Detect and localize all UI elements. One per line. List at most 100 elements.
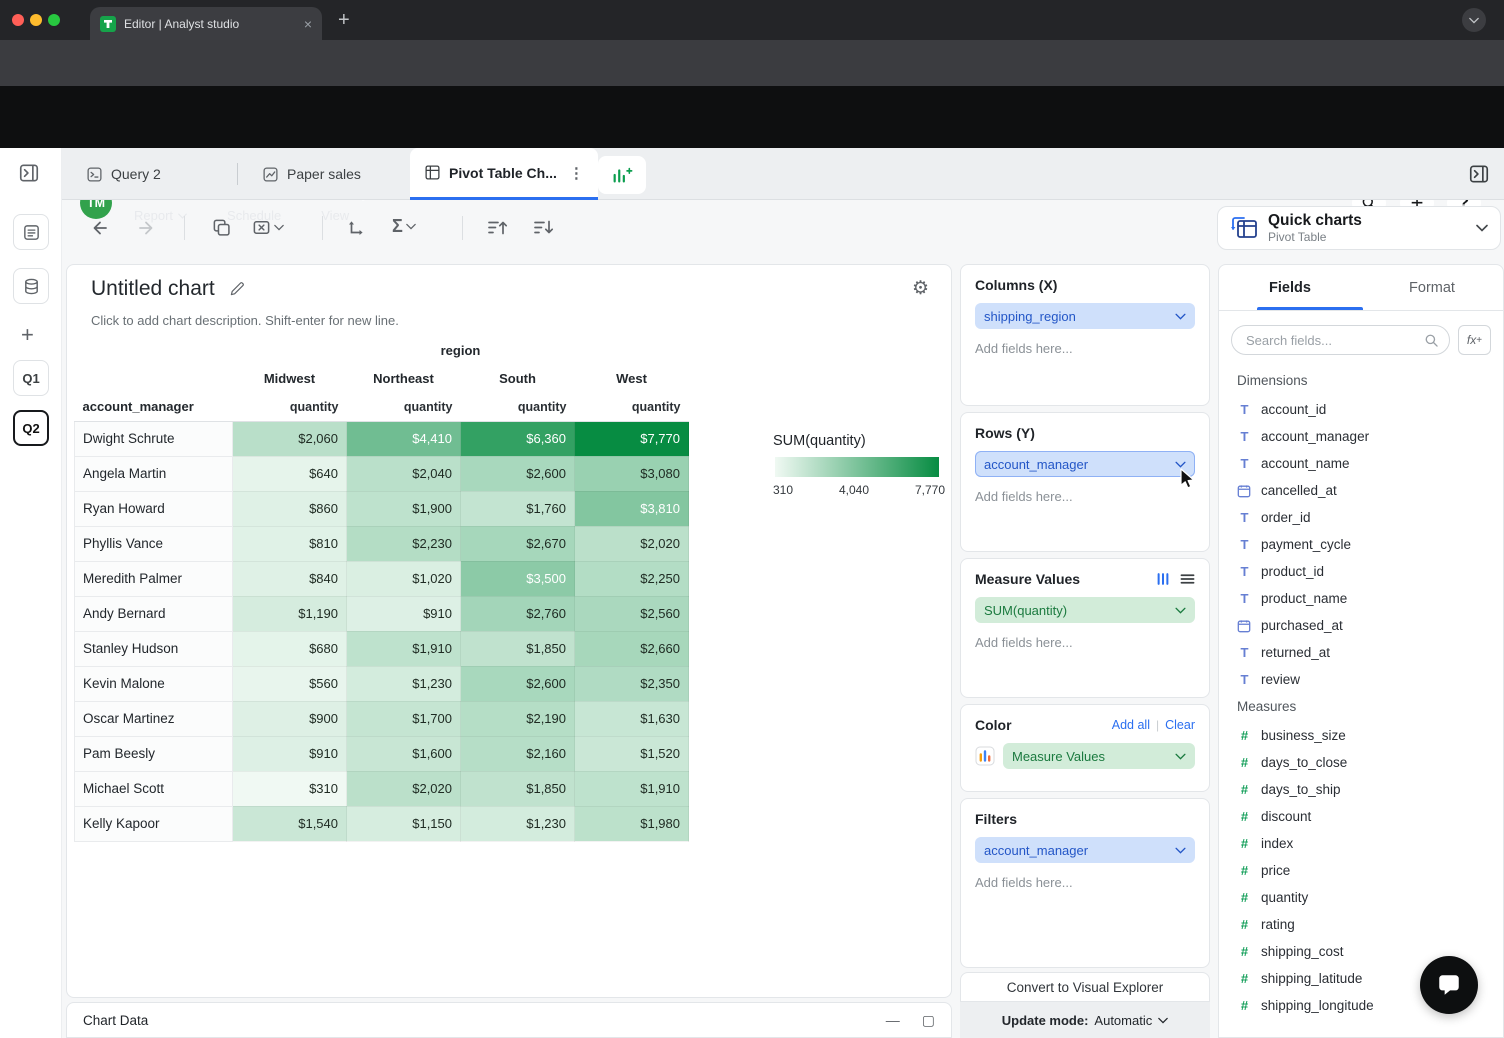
tab-search-button[interactable] [1462,8,1486,32]
duplicate-chart-button[interactable] [212,218,231,237]
color-by-dropdown[interactable]: Measure Values [1003,743,1195,769]
pivot-cell[interactable]: $3,080 [575,456,689,491]
pivot-cell[interactable]: $2,350 [575,666,689,701]
pivot-cell[interactable]: $310 [233,771,347,806]
field-item[interactable]: Taccount_manager [1237,423,1485,450]
pivot-cell[interactable]: $1,150 [347,806,461,841]
pivot-cell[interactable]: $840 [233,561,347,596]
search-fields-input[interactable] [1244,332,1424,349]
pivot-cell[interactable]: $3,810 [575,491,689,526]
pivot-cell[interactable]: $910 [347,596,461,631]
redo-button[interactable] [136,218,156,238]
measure-drop-placeholder[interactable]: Add fields here... [975,635,1195,650]
pivot-cell[interactable]: $1,600 [347,736,461,771]
pivot-cell[interactable]: $2,600 [461,666,575,701]
field-item[interactable]: Taccount_id [1237,396,1485,423]
minimize-icon[interactable]: — [886,1012,900,1028]
maximize-icon[interactable]: ▢ [922,1012,935,1029]
pivot-cell[interactable]: $3,500 [461,561,575,596]
pivot-cell[interactable]: $1,630 [575,701,689,736]
chat-widget-button[interactable] [1420,956,1478,1014]
pivot-cell[interactable]: $2,020 [347,771,461,806]
pivot-cell[interactable]: $1,020 [347,561,461,596]
pivot-cell[interactable]: $4,410 [347,421,461,456]
tab-query-2[interactable]: Query 2 [72,148,175,200]
pivot-cell[interactable]: $2,760 [461,596,575,631]
list-layout-icon[interactable] [1180,573,1195,585]
pivot-cell[interactable]: $1,230 [461,806,575,841]
aggregate-button[interactable]: Σ [392,216,416,237]
pivot-cell[interactable]: $1,540 [233,806,347,841]
columns-drop-placeholder[interactable]: Add fields here... [975,341,1195,356]
edit-pencil-icon[interactable] [229,281,245,297]
pivot-cell[interactable]: $1,760 [461,491,575,526]
add-formula-button[interactable]: fx+ [1458,325,1491,355]
pivot-cell[interactable]: $1,850 [461,631,575,666]
measure-field-pill[interactable]: SUM(quantity) [975,597,1195,623]
traffic-minimize-button[interactable] [30,14,42,26]
field-item[interactable]: #price [1237,857,1485,884]
traffic-close-button[interactable] [12,14,24,26]
pivot-cell[interactable]: $2,600 [461,456,575,491]
pivot-cell[interactable]: $680 [233,631,347,666]
update-mode-value[interactable]: Automatic [1094,1013,1152,1028]
pivot-transpose-button[interactable] [346,218,366,238]
field-item[interactable]: Treview [1237,666,1485,693]
quick-charts-selector[interactable]: Quick charts Pivot Table [1217,206,1501,250]
field-item[interactable]: #rating [1237,911,1485,938]
chart-settings-gear-icon[interactable]: ⚙ [912,277,929,300]
field-item[interactable]: Tproduct_name [1237,585,1485,612]
sort-ascending-button[interactable] [486,218,508,237]
chart-data-drawer[interactable]: Chart Data — ▢ [66,1002,952,1038]
pivot-cell[interactable]: $1,980 [575,806,689,841]
pivot-cell[interactable]: $1,230 [347,666,461,701]
rail-notebook-button[interactable] [13,214,49,250]
pivot-cell[interactable]: $2,660 [575,631,689,666]
field-item[interactable]: #business_size [1237,722,1485,749]
browser-tab[interactable]: Editor | Analyst studio × [90,7,322,40]
columns-layout-icon[interactable] [1156,572,1170,586]
right-panel-toggle-button[interactable] [1468,163,1490,185]
traffic-zoom-button[interactable] [48,14,60,26]
tab-paper-sales[interactable]: Paper sales [248,148,375,200]
pivot-cell[interactable]: $2,670 [461,526,575,561]
rail-q1-button[interactable]: Q1 [13,360,49,396]
pivot-cell[interactable]: $2,060 [233,421,347,456]
tab-pivot-table-chart[interactable]: Pivot Table Ch... ⋮ [410,148,598,200]
sort-descending-button[interactable] [532,218,554,237]
field-item[interactable]: Treturned_at [1237,639,1485,666]
field-item[interactable]: #discount [1237,803,1485,830]
rail-q2-button[interactable]: Q2 [13,410,49,446]
rows-field-pill[interactable]: account_manager [975,451,1195,477]
field-item[interactable]: cancelled_at [1237,477,1485,504]
color-clear-link[interactable]: Clear [1165,718,1195,732]
convert-to-visual-explorer-button[interactable]: Convert to Visual Explorer [960,972,1210,1002]
tab-format[interactable]: Format [1361,280,1503,296]
pivot-cell[interactable]: $2,230 [347,526,461,561]
field-item[interactable]: #quantity [1237,884,1485,911]
field-item[interactable]: Tproduct_id [1237,558,1485,585]
filter-field-pill[interactable]: account_manager [975,837,1195,863]
field-item[interactable]: Tpayment_cycle [1237,531,1485,558]
tab-close-icon[interactable]: × [304,17,312,31]
field-item[interactable]: Taccount_name [1237,450,1485,477]
new-tab-button[interactable]: + [338,8,350,32]
rail-collapse-button[interactable] [18,162,40,184]
field-item[interactable]: #days_to_ship [1237,776,1485,803]
field-item[interactable]: purchased_at [1237,612,1485,639]
pivot-cell[interactable]: $2,560 [575,596,689,631]
pivot-cell[interactable]: $2,160 [461,736,575,771]
field-item[interactable]: Torder_id [1237,504,1485,531]
pivot-cell[interactable]: $900 [233,701,347,736]
pivot-cell[interactable]: $910 [233,736,347,771]
pivot-cell[interactable]: $1,850 [461,771,575,806]
pivot-cell[interactable]: $860 [233,491,347,526]
pivot-cell[interactable]: $1,910 [347,631,461,666]
chart-title[interactable]: Untitled chart [91,277,215,301]
pivot-cell[interactable]: $2,040 [347,456,461,491]
pivot-cell[interactable]: $7,770 [575,421,689,456]
undo-button[interactable] [90,218,110,238]
pivot-cell[interactable]: $1,190 [233,596,347,631]
pivot-cell[interactable]: $2,190 [461,701,575,736]
search-fields-box[interactable] [1231,325,1450,355]
